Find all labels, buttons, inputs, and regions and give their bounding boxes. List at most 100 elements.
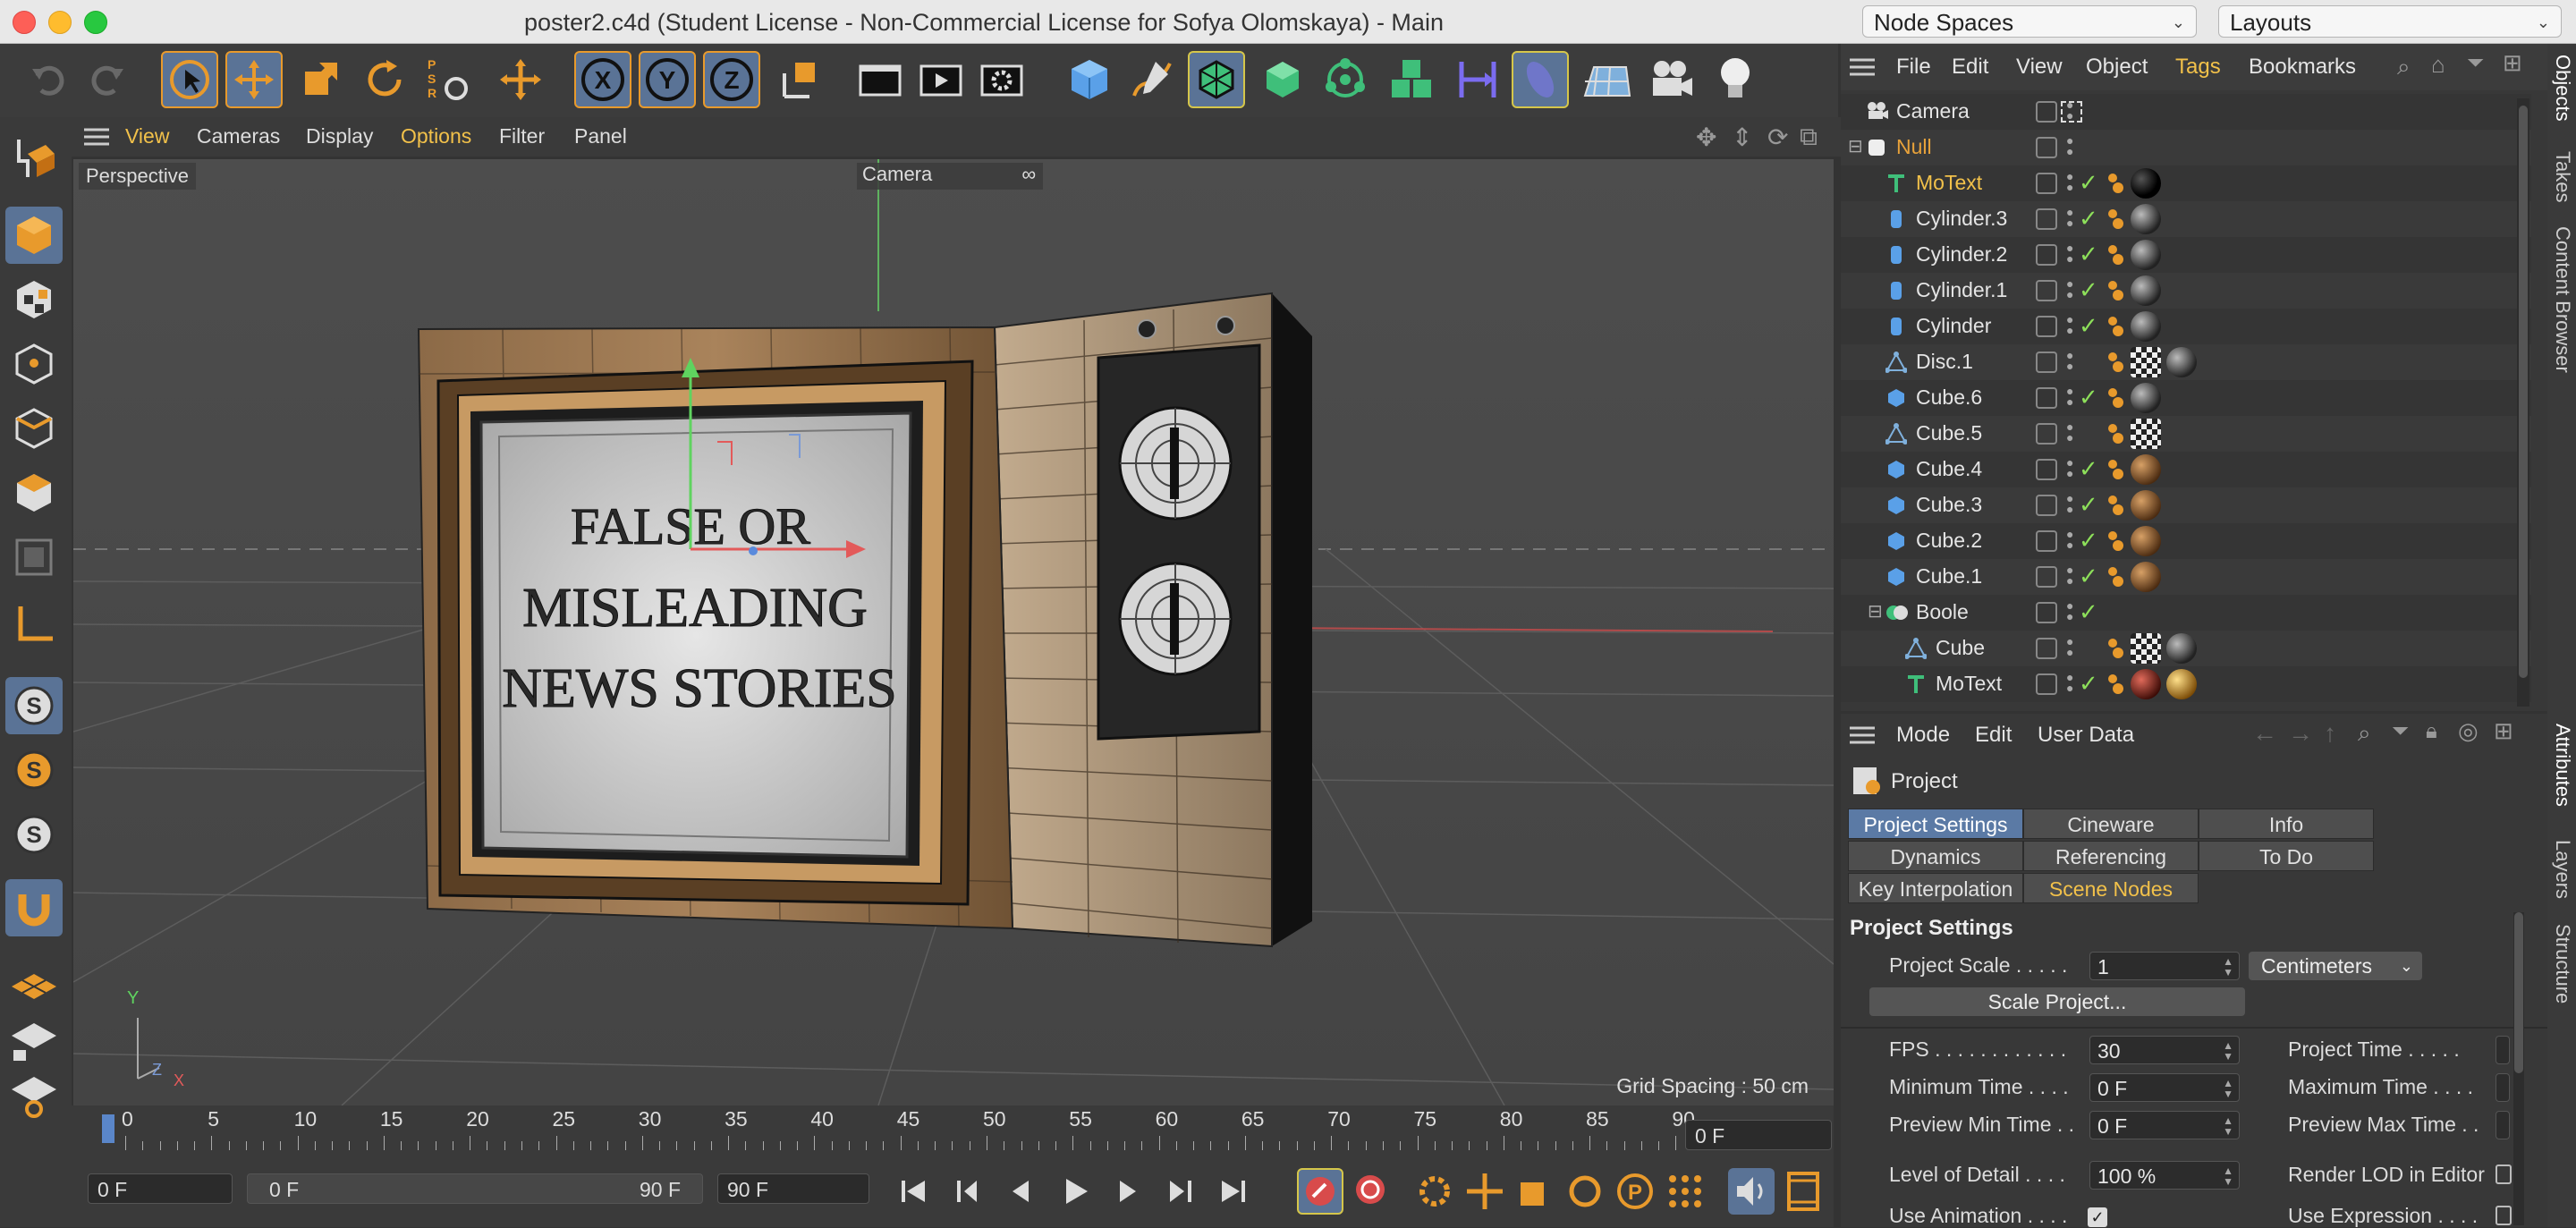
move-tool-icon[interactable] bbox=[225, 51, 283, 108]
search-icon[interactable]: ⌕ bbox=[2397, 53, 2411, 81]
viewport-menu-display[interactable]: Display bbox=[306, 124, 373, 148]
object-name[interactable]: Cylinder.1 bbox=[1916, 278, 2007, 302]
enabled-check-icon[interactable]: ✓ bbox=[2079, 563, 2098, 590]
attr-scrollbar[interactable] bbox=[2513, 912, 2524, 1225]
object-name[interactable]: Cylinder.2 bbox=[1916, 242, 2007, 267]
object-name[interactable]: Cube.3 bbox=[1916, 493, 1982, 517]
visibility-dots-icon[interactable]: ● ● bbox=[2066, 420, 2073, 444]
hamburger-menu-icon[interactable] bbox=[1850, 726, 1875, 749]
cube-object-icon[interactable] bbox=[1061, 51, 1118, 108]
render-settings-icon[interactable] bbox=[973, 51, 1030, 108]
enabled-check-icon[interactable]: ✓ bbox=[2079, 276, 2098, 304]
psr-tool-icon[interactable]: PSR bbox=[420, 51, 478, 108]
grey-sphere-material-tag-icon[interactable] bbox=[2166, 633, 2197, 664]
object-name[interactable]: Cylinder bbox=[1916, 314, 1991, 338]
scrollbar-thumb[interactable] bbox=[2519, 106, 2528, 678]
coordinate-system-icon[interactable] bbox=[771, 51, 828, 108]
object-name[interactable]: Boole bbox=[1916, 600, 1969, 624]
compositing-tag-icon[interactable] bbox=[2107, 423, 2125, 445]
attr-field-right-input[interactable] bbox=[2496, 1036, 2510, 1064]
visibility-dots-icon[interactable]: ● ● bbox=[2066, 206, 2073, 229]
workplane-icon[interactable] bbox=[5, 958, 63, 1015]
tab-cineware[interactable]: Cineware bbox=[2023, 809, 2199, 839]
object-name[interactable]: Cube.4 bbox=[1916, 457, 1982, 481]
autokeying-icon[interactable] bbox=[1349, 1168, 1395, 1215]
target-icon[interactable]: ◎ bbox=[2458, 717, 2479, 745]
previous-frame-icon[interactable] bbox=[1002, 1172, 1041, 1211]
enabled-check-icon[interactable]: ✓ bbox=[2079, 491, 2098, 519]
editor-visibility-toggle[interactable] bbox=[2036, 316, 2057, 337]
render-view-icon[interactable] bbox=[852, 51, 909, 108]
compositing-tag-icon[interactable] bbox=[2107, 316, 2125, 337]
next-key-icon[interactable] bbox=[1159, 1172, 1199, 1211]
enabled-check-icon[interactable]: ✓ bbox=[2079, 169, 2098, 197]
object-row[interactable]: Disc.1 ● ● bbox=[1841, 344, 2531, 380]
enabled-check-icon[interactable]: ✓ bbox=[2079, 670, 2098, 698]
visibility-dots-icon[interactable]: ● ● bbox=[2066, 313, 2073, 336]
collapse-toggle-icon[interactable]: ⊟ bbox=[1848, 135, 1863, 157]
viewport-menu-cameras[interactable]: Cameras bbox=[197, 124, 280, 148]
object-row[interactable]: ⊟ Boole ● ● ✓ bbox=[1841, 595, 2531, 631]
tab-to-do[interactable]: To Do bbox=[2199, 841, 2374, 871]
stepper-arrows-icon[interactable]: ▲ ▼ bbox=[2223, 956, 2233, 978]
viewport-menu-panel[interactable]: Panel bbox=[574, 124, 627, 148]
object-row[interactable]: Cylinder.1 ● ● ✓ bbox=[1841, 273, 2531, 309]
editor-visibility-toggle[interactable] bbox=[2036, 351, 2057, 373]
attr-menu-user-data[interactable]: User Data bbox=[2038, 723, 2134, 748]
checker-material-tag-icon[interactable] bbox=[2131, 633, 2161, 664]
grey-sphere-material-tag-icon[interactable] bbox=[2166, 347, 2197, 377]
tab-scene-nodes[interactable]: Scene Nodes bbox=[2023, 873, 2199, 903]
key-pla-icon[interactable] bbox=[1664, 1170, 1707, 1213]
zoom-view-icon[interactable]: ⇕ bbox=[1732, 123, 1752, 152]
gold-sphere-material-tag-icon[interactable] bbox=[2166, 669, 2197, 699]
object-name[interactable]: Cube.6 bbox=[1916, 385, 1982, 410]
magnet-icon[interactable] bbox=[5, 879, 63, 936]
om-menu-bookmarks[interactable]: Bookmarks bbox=[2249, 55, 2356, 80]
checker-material-tag-icon[interactable] bbox=[2131, 419, 2161, 449]
tab-info[interactable]: Info bbox=[2199, 809, 2374, 839]
home-icon[interactable]: ⌂ bbox=[2431, 51, 2445, 79]
black-sphere-material-tag-icon[interactable] bbox=[2131, 168, 2161, 199]
attr-field-input[interactable]: 100 % ▲ ▼ bbox=[2089, 1161, 2240, 1190]
key-position-icon[interactable] bbox=[1463, 1170, 1506, 1213]
object-row[interactable]: Cube.6 ● ● ✓ bbox=[1841, 380, 2531, 416]
camera-object-icon[interactable] bbox=[1642, 51, 1699, 108]
enabled-check-icon[interactable]: ✓ bbox=[2079, 384, 2098, 411]
red-sphere-material-tag-icon[interactable] bbox=[2131, 669, 2161, 699]
new-panel-icon[interactable]: ⊞ bbox=[2503, 49, 2522, 77]
visibility-dots-icon[interactable]: ● ● bbox=[2066, 563, 2073, 587]
quantize-icon[interactable]: S bbox=[5, 806, 63, 863]
pen-spline-icon[interactable] bbox=[1123, 51, 1181, 108]
hamburger-menu-icon[interactable] bbox=[84, 128, 109, 146]
compositing-tag-icon[interactable] bbox=[2107, 530, 2125, 552]
attr-field-input[interactable]: 0 F ▲ ▼ bbox=[2089, 1073, 2240, 1102]
object-row[interactable]: Cube.1 ● ● ✓ bbox=[1841, 559, 2531, 595]
axis-mode-icon[interactable] bbox=[5, 597, 63, 654]
viewport-menu-options[interactable]: Options bbox=[401, 124, 471, 148]
extrude-generator-icon[interactable] bbox=[1254, 51, 1311, 108]
attr-field-right-input[interactable] bbox=[2496, 1073, 2510, 1102]
wood-sphere-material-tag-icon[interactable] bbox=[2131, 490, 2161, 521]
new-panel-icon[interactable]: ⊞ bbox=[2494, 717, 2513, 745]
object-name[interactable]: Cube.1 bbox=[1916, 564, 1982, 589]
om-menu-tags[interactable]: Tags bbox=[2175, 55, 2221, 80]
key-scale-icon[interactable] bbox=[1513, 1170, 1556, 1213]
editor-visibility-toggle[interactable] bbox=[2036, 244, 2057, 266]
light-object-icon[interactable] bbox=[1707, 51, 1764, 108]
compositing-tag-icon[interactable] bbox=[2107, 208, 2125, 230]
compositing-tag-icon[interactable] bbox=[2107, 387, 2125, 409]
visibility-dots-icon[interactable]: ● ● bbox=[2066, 349, 2073, 372]
object-row[interactable]: MoText ● ● ✓ bbox=[1841, 666, 2531, 702]
editor-visibility-toggle[interactable] bbox=[2036, 208, 2057, 230]
compositing-tag-icon[interactable] bbox=[2107, 244, 2125, 266]
compositing-tag-icon[interactable] bbox=[2107, 495, 2125, 516]
perspective-label[interactable]: Perspective bbox=[79, 163, 196, 190]
object-name[interactable]: Cube.2 bbox=[1916, 529, 1982, 553]
back-arrow-icon[interactable]: ← bbox=[2252, 719, 2277, 748]
attr-field-input[interactable]: 0 F ▲ ▼ bbox=[2089, 1111, 2240, 1139]
camera-target-tag-icon[interactable] bbox=[2061, 101, 2082, 123]
editor-visibility-toggle[interactable] bbox=[2036, 423, 2057, 445]
editor-visibility-toggle[interactable] bbox=[2036, 101, 2057, 123]
enabled-check-icon[interactable]: ✓ bbox=[2079, 241, 2098, 268]
node-spaces-dropdown[interactable]: Node Spaces ⌄ bbox=[1862, 5, 2197, 38]
